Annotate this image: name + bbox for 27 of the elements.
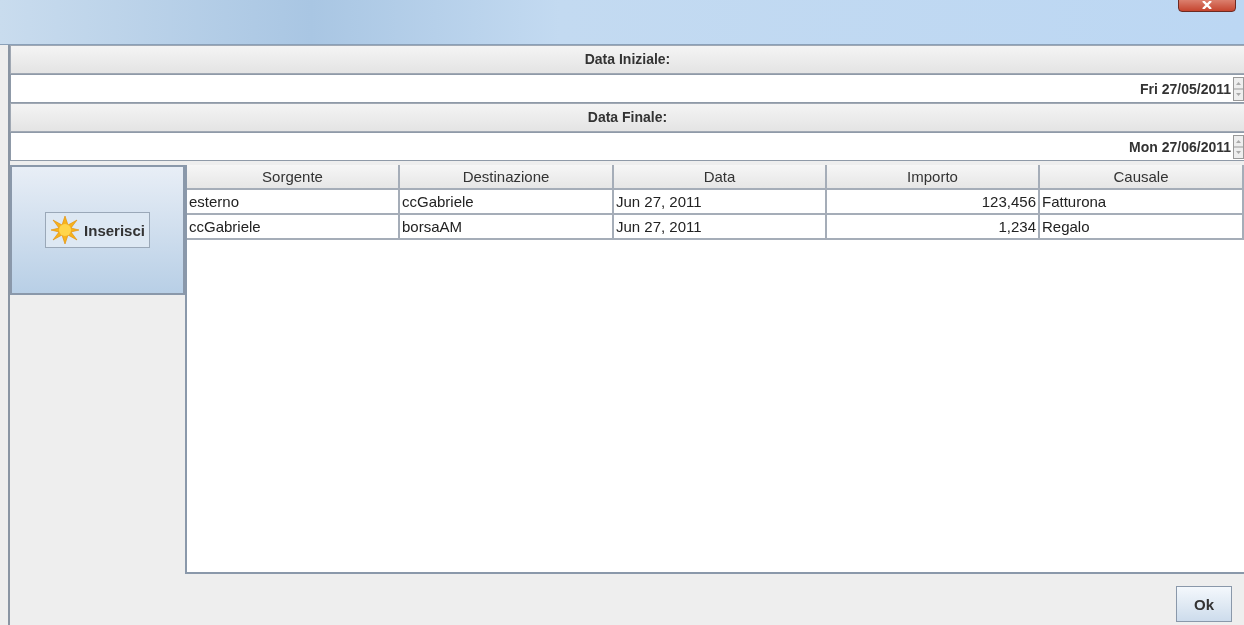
- spinner-arrows-icon[interactable]: [1233, 134, 1244, 159]
- column-header[interactable]: Data: [614, 165, 827, 190]
- table-cell: Regalo: [1040, 215, 1244, 240]
- table-cell: ccGabriele: [400, 190, 614, 215]
- ok-button[interactable]: Ok: [1176, 586, 1232, 622]
- table-cell: esterno: [187, 190, 400, 215]
- insert-button[interactable]: Inserisci: [45, 212, 150, 248]
- table-cell: 123,456: [827, 190, 1040, 215]
- date-label: Data Finale:: [10, 103, 1244, 132]
- date-value: Mon 27/06/2011: [1129, 138, 1231, 155]
- date-label: Data Iniziale:: [10, 45, 1244, 74]
- close-icon: [1200, 1, 1214, 9]
- column-header[interactable]: Sorgente: [187, 165, 400, 190]
- date-spinner[interactable]: Mon 27/06/2011: [10, 132, 1244, 161]
- date-spinner[interactable]: Fri 27/05/2011: [10, 74, 1244, 103]
- column-header[interactable]: Destinazione: [400, 165, 614, 190]
- table-cell: 1,234: [827, 215, 1040, 240]
- table-cell: Jun 27, 2011: [614, 215, 827, 240]
- sun-icon: [50, 215, 81, 245]
- column-header[interactable]: Importo: [827, 165, 1040, 190]
- table-cell: ccGabriele: [187, 215, 400, 240]
- table-cell: borsaAM: [400, 215, 614, 240]
- column-header[interactable]: Causale: [1040, 165, 1244, 190]
- table-cell: Jun 27, 2011: [614, 190, 827, 215]
- table-cell: Fatturona: [1040, 190, 1244, 215]
- date-value: Fri 27/05/2011: [1139, 80, 1231, 97]
- spinner-arrows-icon[interactable]: [1233, 76, 1244, 101]
